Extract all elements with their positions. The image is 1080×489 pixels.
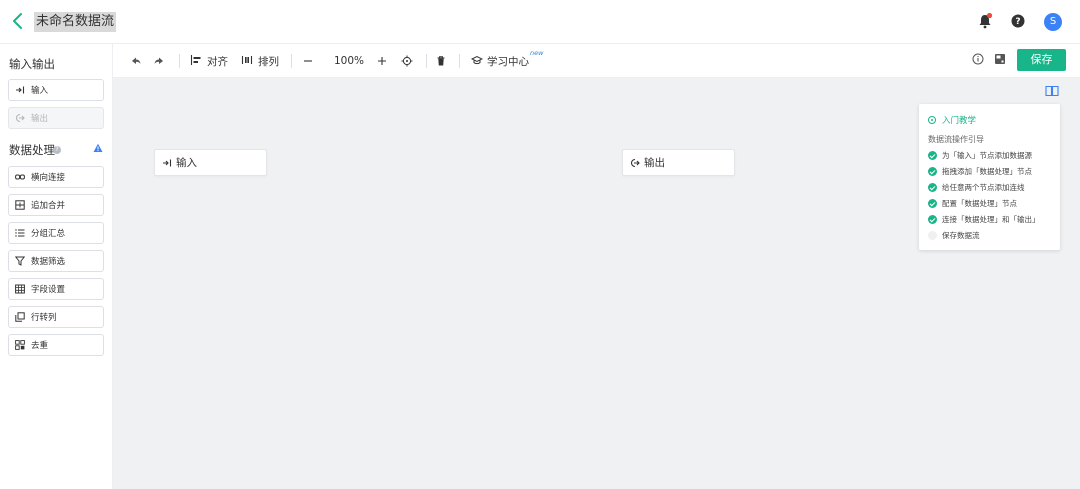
editor-toolbar: 对齐 排列 100% 学习中心 new: [113, 44, 1080, 78]
sidebar-item-label: 字段设置: [31, 285, 66, 295]
dedupe-icon: [15, 340, 25, 350]
new-badge: new: [530, 49, 544, 57]
sidebar-item-label: 行转列: [31, 313, 57, 323]
radio-icon: [928, 116, 936, 124]
guide-step: 保存数据流: [928, 230, 980, 241]
output-icon: [15, 113, 25, 123]
sidebar-item-join[interactable]: 横向连接: [8, 166, 104, 188]
guide-subtitle: 数据流操作引导: [928, 135, 984, 144]
sidebar-item-label: 去重: [31, 341, 49, 351]
back-arrow-icon[interactable]: [9, 10, 27, 32]
graduation-cap-icon: [470, 54, 484, 69]
sidebar-item-append[interactable]: 追加合并: [8, 194, 104, 216]
node-sidebar: 输入输出 输入 输出 数据处理 ? 横向连接 追加合并 分组汇总 数据筛选 字段…: [0, 44, 113, 489]
sidebar-item-dedupe[interactable]: 去重: [8, 334, 104, 356]
redo-icon[interactable]: [153, 53, 165, 69]
link-icon: [15, 172, 25, 182]
preview-icon[interactable]: [994, 53, 1006, 65]
sidebar-item-label: 分组汇总: [31, 229, 66, 239]
sidebar-item-pivot[interactable]: 行转列: [8, 306, 104, 328]
toolbar-divider: [179, 54, 180, 68]
locate-icon[interactable]: [401, 53, 413, 69]
guide-step: 拖拽添加「数据处理」节点: [928, 166, 1032, 177]
arrange-icon: [241, 54, 253, 69]
guide-step: 为「输入」节点添加数据源: [928, 150, 1032, 161]
filter-icon: [15, 256, 25, 266]
svg-text:?: ?: [1015, 17, 1020, 27]
learning-center-label: 学习中心: [487, 55, 529, 68]
output-icon: [630, 158, 640, 167]
input-node[interactable]: 输入: [154, 149, 267, 176]
zoom-level: 100%: [334, 55, 365, 67]
zoom-in-icon[interactable]: [376, 53, 388, 69]
sidebar-item-filter[interactable]: 数据筛选: [8, 250, 104, 272]
node-label: 输出: [644, 157, 665, 169]
sidebar-item-label: 追加合并: [31, 201, 66, 211]
sidebar-item-output: 输出: [8, 107, 104, 129]
guide-step: 配置「数据处理」节点: [928, 198, 1017, 209]
sidebar-item-label: 数据筛选: [31, 257, 66, 267]
check-circle-icon: [928, 183, 937, 192]
undo-icon[interactable]: [130, 53, 142, 69]
warning-icon[interactable]: [93, 143, 103, 153]
pivot-icon: [15, 312, 25, 322]
io-section-title: 输入输出: [9, 57, 55, 71]
pending-circle-icon: [928, 231, 937, 240]
align-button[interactable]: 对齐: [190, 53, 228, 69]
guide-title[interactable]: 入门教学: [928, 114, 976, 126]
top-header: 未命名数据流 ? S: [0, 0, 1080, 44]
processing-section-title: 数据处理: [9, 143, 55, 157]
align-icon: [190, 54, 202, 69]
sidebar-item-label: 横向连接: [31, 173, 66, 183]
table-icon: [15, 284, 25, 294]
question-icon[interactable]: ?: [53, 146, 61, 154]
arrange-label: 排列: [258, 55, 279, 68]
learning-center-button[interactable]: 学习中心: [470, 53, 529, 69]
sidebar-item-label: 输出: [31, 114, 49, 124]
toolbar-divider: [291, 54, 292, 68]
check-circle-icon: [928, 215, 937, 224]
help-icon[interactable]: ?: [1009, 12, 1027, 30]
toolbar-divider: [459, 54, 460, 68]
check-circle-icon: [928, 151, 937, 160]
dataflow-title[interactable]: 未命名数据流: [34, 12, 117, 32]
avatar[interactable]: S: [1044, 13, 1062, 31]
save-button[interactable]: 保存: [1017, 49, 1066, 71]
guide-step: 给任意两个节点添加连线: [928, 182, 1025, 193]
input-icon: [15, 85, 25, 95]
zoom-out-icon[interactable]: [302, 53, 314, 69]
sidebar-item-input[interactable]: 输入: [8, 79, 104, 101]
sidebar-item-fields[interactable]: 字段设置: [8, 278, 104, 300]
bell-icon[interactable]: [976, 12, 994, 30]
input-icon: [163, 159, 172, 166]
tutorial-guide-panel: 入门教学 数据流操作引导 为「输入」节点添加数据源 拖拽添加「数据处理」节点 给…: [919, 104, 1060, 250]
node-label: 输入: [176, 157, 197, 169]
open-book-icon[interactable]: [1043, 83, 1061, 99]
sidebar-item-label: 输入: [31, 86, 49, 96]
check-circle-icon: [928, 199, 937, 208]
guide-step: 连接「数据处理」和「输出」: [928, 214, 1040, 225]
info-icon[interactable]: [972, 53, 984, 65]
trash-icon[interactable]: [435, 53, 447, 69]
sidebar-item-group[interactable]: 分组汇总: [8, 222, 104, 244]
toolbar-divider: [426, 54, 427, 68]
check-circle-icon: [928, 167, 937, 176]
append-icon: [15, 200, 25, 210]
arrange-button[interactable]: 排列: [241, 53, 279, 69]
output-node[interactable]: 输出: [622, 149, 735, 176]
align-label: 对齐: [207, 55, 228, 68]
list-icon: [15, 228, 25, 238]
